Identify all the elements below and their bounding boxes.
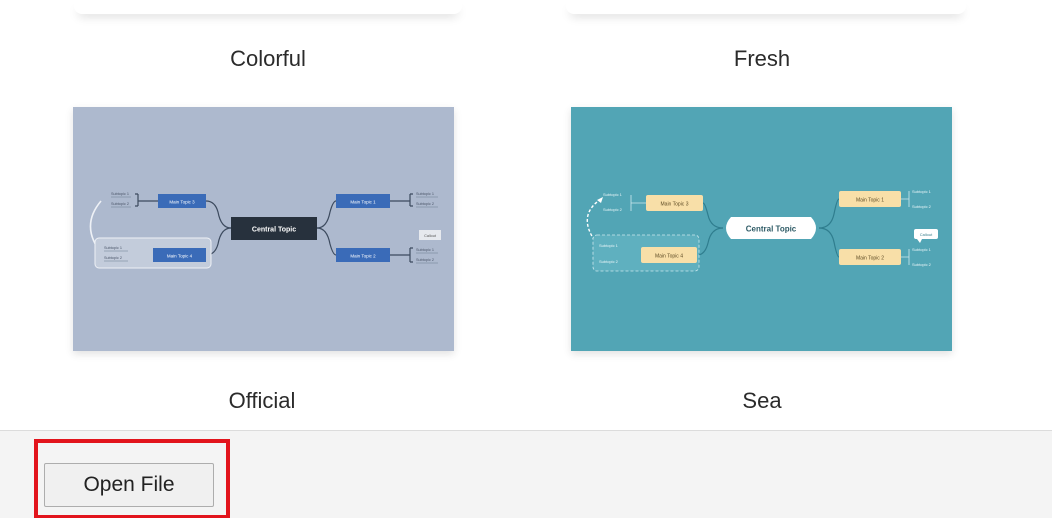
sea-central-topic-text: Central Topic: [746, 225, 797, 234]
official-callout-text: Callout: [424, 234, 437, 238]
sea-main-topic-3-text: Main Topic 3: [661, 202, 689, 208]
official-subtopic: Subtopic 2: [416, 202, 434, 206]
official-theme-thumbnail[interactable]: Central Topic Main Topic 3 Main Topic 1 …: [73, 107, 454, 351]
sea-subtopic: Subtopic 2: [599, 259, 619, 264]
sea-theme-thumbnail[interactable]: Central Topic Main Topic 3 Main Topic 1 …: [571, 107, 952, 351]
official-subtopic: Subtopic 2: [111, 202, 129, 206]
sea-subtopic: Subtopic 2: [912, 204, 932, 209]
sea-subtopic: Subtopic 1: [912, 189, 932, 194]
sea-subtopic: Subtopic 2: [912, 262, 932, 267]
sea-subtopic: Subtopic 2: [603, 207, 623, 212]
official-subtopic: Subtopic 1: [416, 248, 434, 252]
sea-subtopic: Subtopic 1: [599, 243, 619, 248]
theme-label-official: Official: [228, 388, 296, 413]
colorful-theme-thumbnail[interactable]: [74, 0, 462, 14]
official-subtopic: Subtopic 1: [416, 192, 434, 196]
fresh-theme-thumbnail[interactable]: [566, 0, 966, 14]
official-subtopic: Subtopic 1: [111, 192, 129, 196]
sea-callout-text: Callout: [920, 232, 933, 237]
official-central-topic-text: Central Topic: [252, 227, 296, 234]
official-main-topic-1-text: Main Topic 1: [350, 200, 376, 205]
sea-main-topic-1-text: Main Topic 1: [856, 198, 884, 204]
theme-label-colorful: Colorful: [230, 46, 306, 71]
official-subtopic: Subtopic 2: [416, 258, 434, 262]
sea-subtopic: Subtopic 1: [912, 247, 932, 252]
sea-subtopic: Subtopic 1: [603, 192, 623, 197]
official-subtopic: Subtopic 1: [104, 246, 122, 250]
theme-label-fresh: Fresh: [733, 46, 791, 71]
official-subtopic: Subtopic 2: [104, 256, 122, 260]
sea-main-topic-4-text: Main Topic 4: [655, 254, 683, 260]
official-main-topic-4-text: Main Topic 4: [167, 254, 193, 259]
sea-main-topic-2-text: Main Topic 2: [856, 256, 884, 262]
theme-label-sea: Sea: [742, 388, 782, 413]
open-file-button[interactable]: Open File: [44, 463, 214, 507]
official-main-topic-3-text: Main Topic 3: [169, 200, 195, 205]
official-main-topic-2-text: Main Topic 2: [350, 254, 376, 259]
